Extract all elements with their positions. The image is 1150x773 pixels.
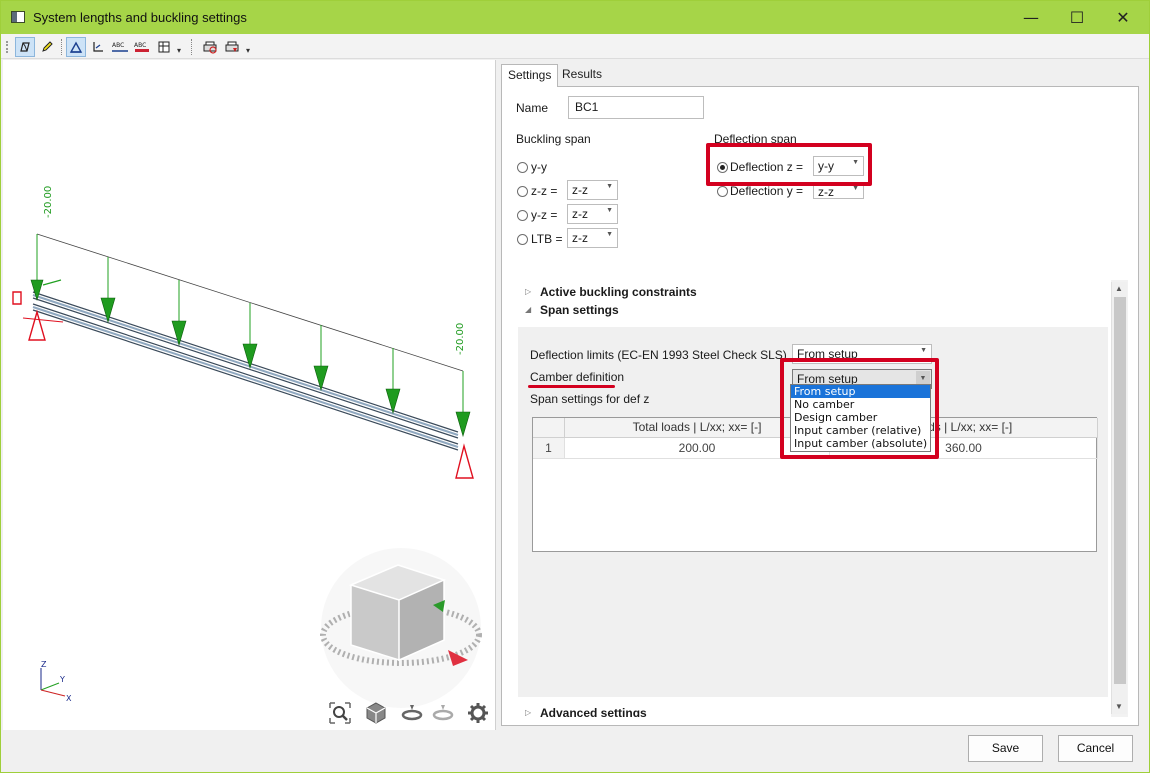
chevron-down-icon: ▼ — [606, 183, 613, 190]
deflection-y-label: Deflection y = — [730, 184, 804, 198]
table-icon[interactable] — [154, 37, 174, 57]
svg-text:ABC: ABC — [112, 42, 124, 49]
svg-text:Y: Y — [59, 675, 65, 684]
dropdown-option-input-absolute[interactable]: Input camber (absolute) — [791, 437, 930, 450]
dropdown-option-no-camber[interactable]: No camber — [791, 398, 930, 411]
radio-zz[interactable] — [517, 186, 528, 197]
abc-label-icon[interactable]: ABC — [110, 37, 130, 57]
rotate-icon[interactable] — [400, 701, 424, 728]
scroll-up-icon[interactable]: ▲ — [1115, 284, 1123, 293]
sections-scrollbar[interactable]: ▲ ▼ — [1111, 282, 1127, 714]
expand-triangle-icon[interactable]: ▷ — [525, 708, 531, 717]
scroll-thumb[interactable] — [1114, 297, 1126, 684]
svg-text:Z: Z — [41, 660, 47, 669]
maximize-button[interactable]: ☐ — [1054, 1, 1100, 34]
chevron-down-icon: ▼ — [852, 185, 859, 192]
view-cube[interactable] — [320, 548, 482, 708]
radio-yz[interactable] — [517, 210, 528, 221]
orbit-icon[interactable] — [431, 701, 455, 728]
minimize-button[interactable]: — — [1008, 1, 1054, 34]
radio-yy[interactable] — [517, 162, 528, 173]
svg-text:ABC: ABC — [134, 42, 146, 49]
cancel-button[interactable]: Cancel — [1058, 735, 1133, 762]
toolbar: ABC ABC ▾ ▾ — [1, 34, 1149, 59]
radio-zz-label: z-z = — [531, 184, 558, 198]
chevron-down-icon[interactable]: ▾ — [246, 46, 250, 55]
isometric-view-icon[interactable] — [15, 37, 35, 57]
chevron-down-icon: ▼ — [920, 347, 927, 354]
zoom-icon[interactable] — [328, 701, 352, 728]
cube-view-icon[interactable] — [364, 701, 388, 728]
camber-dropdown-list[interactable]: From setup No camber Design camber Input… — [790, 384, 931, 452]
axis-gizmo: Z Y X — [40, 660, 72, 703]
yz-combo-value: z-z — [572, 207, 588, 221]
pencil-icon[interactable] — [37, 37, 57, 57]
abc-label-2-icon[interactable]: ABC — [132, 37, 152, 57]
radio-yy-label: y-y — [531, 160, 547, 174]
zz-combo[interactable]: z-z ▼ — [567, 180, 618, 200]
chevron-down-icon: ▼ — [606, 207, 613, 214]
title-bar: System lengths and buckling settings — ☐… — [1, 1, 1149, 34]
app-window-icon — [11, 11, 25, 23]
grid-row-index: 1 — [533, 438, 565, 459]
window-title: System lengths and buckling settings — [33, 10, 247, 25]
export-icon[interactable] — [222, 37, 242, 57]
camber-definition-label: Camber definition — [530, 370, 625, 384]
section-advanced-settings[interactable]: Advanced settings — [540, 706, 647, 717]
span-settings-def-z-label: Span settings for def z — [530, 392, 650, 406]
ltb-combo-value: z-z — [572, 231, 588, 245]
radio-ltb[interactable] — [517, 234, 528, 245]
3d-viewport[interactable]: -20.00 -20.00 Z Y X — [3, 60, 496, 730]
section-span-settings[interactable]: Span settings — [540, 303, 619, 317]
beam-model-drawing[interactable]: -20.00 -20.00 Z Y X — [3, 60, 496, 730]
deflection-y-combo-value: z-z — [818, 185, 834, 199]
dropdown-option-from-setup[interactable]: From setup — [791, 385, 930, 398]
load-value-left: -20.00 — [43, 186, 54, 218]
radio-ltb-label: LTB = — [531, 232, 563, 246]
camber-underline — [528, 385, 615, 388]
highlight-deflection-z — [706, 143, 872, 186]
toolbar-separator — [61, 39, 62, 55]
chevron-down-icon: ▼ — [606, 231, 613, 238]
deflection-limits-label: Deflection limits (EC-EN 1993 Steel Chec… — [530, 348, 787, 362]
section-active-buckling[interactable]: Active buckling constraints — [540, 285, 697, 299]
tab-results[interactable]: Results — [556, 64, 608, 86]
expand-triangle-icon[interactable]: ▷ — [525, 287, 531, 296]
radio-deflection-y[interactable] — [717, 186, 728, 197]
svg-text:X: X — [66, 694, 72, 703]
collapse-triangle-icon[interactable]: ◢ — [525, 305, 531, 314]
dropdown-option-input-relative[interactable]: Input camber (relative) — [791, 424, 930, 437]
radio-yz-label: y-z = — [531, 208, 558, 222]
name-label: Name — [516, 101, 549, 115]
ltb-combo[interactable]: z-z ▼ — [567, 228, 618, 248]
dropdown-option-design-camber[interactable]: Design camber — [791, 411, 930, 424]
save-button[interactable]: Save — [968, 735, 1043, 762]
scroll-down-icon[interactable]: ▼ — [1115, 702, 1123, 711]
chevron-down-icon[interactable]: ▾ — [177, 46, 181, 55]
print-icon[interactable] — [200, 37, 220, 57]
select-icon[interactable] — [66, 37, 86, 57]
toolbar-grip[interactable] — [6, 41, 8, 53]
yz-combo[interactable]: z-z ▼ — [567, 204, 618, 224]
buckling-span-label: Buckling span — [516, 132, 591, 146]
grid-corner — [533, 418, 565, 438]
load-value-right: -20.00 — [455, 323, 466, 355]
zz-combo-value: z-z — [572, 183, 588, 197]
axis-icon[interactable] — [88, 37, 108, 57]
name-input[interactable]: BC1 — [568, 96, 704, 119]
toolbar-separator — [191, 39, 192, 55]
dialog-window: System lengths and buckling settings — ☐… — [0, 0, 1150, 773]
close-button[interactable]: ✕ — [1100, 1, 1146, 34]
gear-icon[interactable] — [466, 701, 490, 728]
sections-container: ▷ Active buckling constraints ◢ Span set… — [516, 280, 1128, 717]
tab-settings[interactable]: Settings — [501, 64, 559, 87]
